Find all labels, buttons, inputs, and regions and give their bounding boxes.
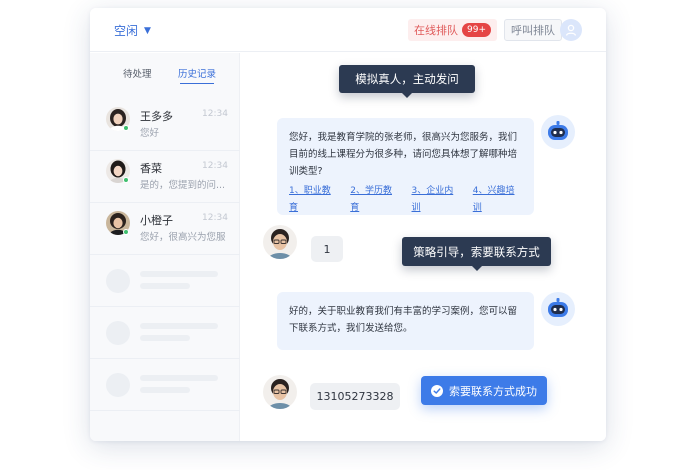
conversation-sidebar: 待处理 历史记录 王多多 12:34 您好 香菜 12:34 是的，您提到的问.… bbox=[90, 53, 240, 441]
bot-message: 您好，我是教育学院的张老师，很高兴为您服务，我们目前的线上课程分为很多种，请问您… bbox=[277, 118, 534, 215]
contact-preview: 您好，很高兴为您服... bbox=[140, 232, 226, 243]
agent-avatar[interactable] bbox=[560, 19, 582, 41]
customer-avatar bbox=[263, 375, 297, 409]
call-queue-button[interactable]: 呼叫排队 bbox=[504, 19, 562, 41]
feature-tooltip: 策略引导，索要联系方式 bbox=[402, 237, 551, 271]
online-status-dot bbox=[123, 177, 129, 183]
tab-pending[interactable]: 待处理 bbox=[123, 66, 152, 80]
robot-icon bbox=[541, 292, 575, 326]
user-message: 13105273328 bbox=[310, 383, 400, 410]
contact-name: 小橙子 bbox=[140, 214, 173, 227]
contact-name: 王多多 bbox=[140, 110, 173, 123]
top-bar: 空闲 ▼ 在线排队 99+ 呼叫排队 bbox=[90, 8, 606, 52]
customer-avatar bbox=[263, 225, 297, 259]
online-queue-label: 在线排队 bbox=[414, 24, 458, 37]
user-message: 1 bbox=[311, 236, 343, 262]
status-label: 空闲 bbox=[114, 24, 139, 38]
online-queue-button[interactable]: 在线排队 99+ bbox=[408, 19, 497, 41]
status-dropdown[interactable]: 空闲 ▼ bbox=[114, 22, 151, 39]
success-toast-label: 索要联系方式成功 bbox=[449, 384, 537, 398]
placeholder-item bbox=[90, 307, 240, 359]
contact-time: 12:34 bbox=[202, 109, 228, 119]
bot-message-text: 好的，关于职业教育我们有丰富的学习案例，您可以留下联系方式，我们发送给您。 bbox=[289, 306, 518, 334]
check-icon bbox=[431, 384, 443, 397]
contact-item[interactable]: 小橙子 12:34 您好，很高兴为您服... bbox=[90, 203, 240, 255]
bot-message: 好的，关于职业教育我们有丰富的学习案例，您可以留下联系方式，我们发送给您。 bbox=[277, 292, 534, 350]
chevron-down-icon: ▼ bbox=[144, 25, 151, 36]
option-link[interactable]: 4、兴趣培训 bbox=[473, 183, 522, 217]
call-queue-label: 呼叫排队 bbox=[511, 24, 555, 37]
option-link[interactable]: 3、企业内训 bbox=[412, 183, 461, 217]
contact-name: 香菜 bbox=[140, 162, 162, 175]
contact-time: 12:34 bbox=[202, 161, 228, 171]
user-icon bbox=[565, 24, 577, 36]
contact-preview: 您好 bbox=[140, 128, 160, 139]
contact-time: 12:34 bbox=[202, 213, 228, 223]
placeholder-item bbox=[90, 255, 240, 307]
option-link[interactable]: 1、职业教育 bbox=[289, 183, 338, 217]
success-toast: 索要联系方式成功 bbox=[421, 376, 547, 405]
contact-item[interactable]: 香菜 12:34 是的，您提到的问... bbox=[90, 151, 240, 203]
contact-item[interactable]: 王多多 12:34 您好 bbox=[90, 99, 240, 151]
contact-preview: 是的，您提到的问... bbox=[140, 180, 226, 191]
queue-count-badge: 99+ bbox=[462, 23, 491, 37]
robot-icon bbox=[541, 115, 575, 149]
bot-message-text: 您好，我是教育学院的张老师，很高兴为您服务，我们目前的线上课程分为很多种，请问您… bbox=[289, 132, 518, 177]
feature-tooltip: 模拟真人，主动发问 bbox=[339, 65, 475, 98]
placeholder-item bbox=[90, 359, 240, 411]
option-links: 1、职业教育 2、学历教育 3、企业内训 4、兴趣培训 bbox=[289, 183, 522, 217]
online-status-dot bbox=[123, 229, 129, 235]
online-status-dot bbox=[123, 125, 129, 131]
option-link[interactable]: 2、学历教育 bbox=[350, 183, 399, 217]
sidebar-tabs: 待处理 历史记录 bbox=[90, 66, 240, 88]
tab-history[interactable]: 历史记录 bbox=[178, 66, 216, 84]
